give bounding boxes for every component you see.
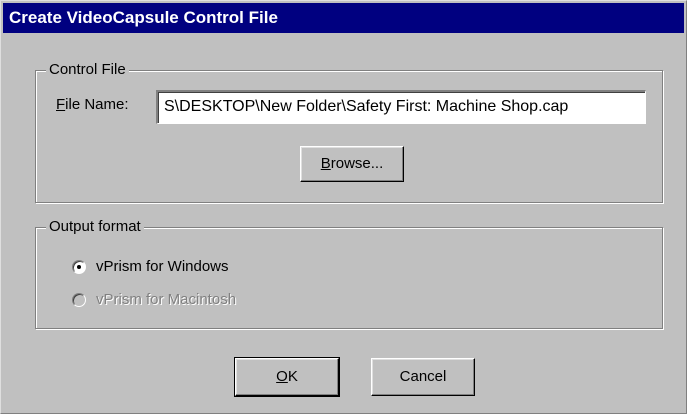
radio-windows-label: vPrism for Windows <box>96 258 229 275</box>
ok-label: K <box>287 368 298 385</box>
browse-button[interactable]: Browse... <box>300 146 404 182</box>
cancel-button[interactable]: Cancel <box>371 358 475 396</box>
file-name-value: S\DESKTOP\New Folder\Safety First: Machi… <box>164 98 569 115</box>
browse-label: rowse... <box>330 155 384 172</box>
dialog-window: Create VideoCapsule Control File Control… <box>0 0 687 414</box>
window-title: Create VideoCapsule Control File <box>9 8 278 27</box>
control-file-group: Control File File Name: S\DESKTOP\New Fo… <box>35 61 663 203</box>
file-name-input[interactable]: S\DESKTOP\New Folder\Safety First: Machi… <box>156 90 646 124</box>
cancel-label: Cancel <box>399 368 447 385</box>
control-file-legend: Control File <box>46 61 129 79</box>
file-name-mnemonic: F <box>56 96 66 113</box>
file-name-label-text: ile Name: <box>65 96 129 113</box>
ok-mnemonic: O <box>276 368 288 385</box>
title-bar[interactable]: Create VideoCapsule Control File <box>3 3 684 33</box>
output-format-group: Output format vPrism for Windows vPrism … <box>35 218 663 329</box>
radio-windows-indicator[interactable] <box>72 260 86 274</box>
radio-macintosh-label: vPrism for Macintosh <box>96 291 237 308</box>
browse-mnemonic: B <box>320 155 331 172</box>
output-format-legend: Output format <box>46 218 144 236</box>
file-name-label: File Name: <box>56 95 129 115</box>
radio-macintosh-indicator <box>72 293 86 307</box>
ok-button[interactable]: OK <box>234 357 340 397</box>
radio-selected-dot <box>77 265 81 269</box>
